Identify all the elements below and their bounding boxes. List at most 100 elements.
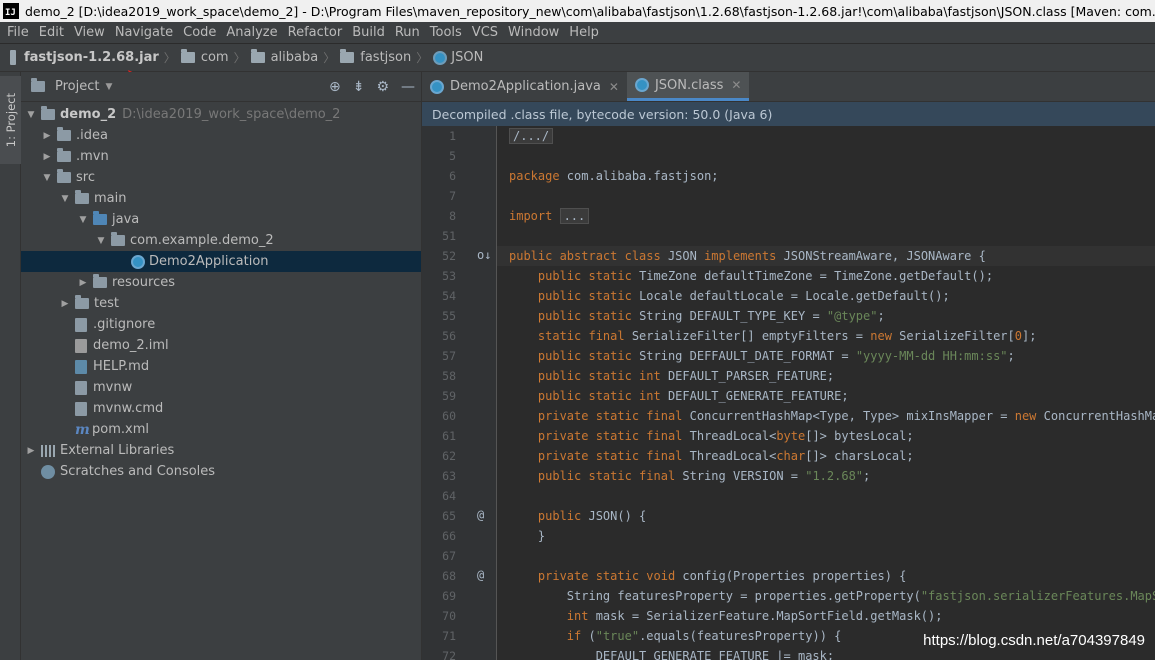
breadcrumb-com[interactable]: com: [180, 49, 229, 65]
markdown-file-icon: [75, 359, 87, 374]
tree-item-main[interactable]: ▼ main: [21, 188, 421, 209]
tree-item-java[interactable]: ▼ java: [21, 209, 421, 230]
tree-item-src[interactable]: ▼ src: [21, 167, 421, 188]
expand-arrow-icon[interactable]: ▼: [41, 173, 53, 183]
tree-item-scratches[interactable]: Scratches and Consoles: [21, 461, 421, 482]
project-view-selector[interactable]: Project: [55, 79, 99, 94]
tree-item-mvn[interactable]: ▶ .mvn: [21, 146, 421, 167]
tree-item-root[interactable]: ▼ demo_2 D:\idea2019_work_space\demo_2: [21, 104, 421, 125]
override-marker-icon[interactable]: @: [477, 568, 484, 582]
collapse-arrow-icon[interactable]: ▶: [25, 446, 37, 456]
tree-item-mvnw[interactable]: mvnw: [21, 377, 421, 398]
collapse-arrow-icon[interactable]: ▶: [77, 278, 89, 288]
menu-edit[interactable]: Edit: [34, 25, 69, 40]
breadcrumb-fastjson[interactable]: fastjson: [340, 49, 411, 65]
tree-item-label: Scratches and Consoles: [60, 464, 216, 479]
menu-help[interactable]: Help: [564, 25, 604, 40]
implements-marker-icon[interactable]: o↓: [477, 248, 491, 262]
menu-navigate[interactable]: Navigate: [110, 25, 178, 40]
collapse-arrow-icon[interactable]: ▶: [59, 299, 71, 309]
folded-code-region[interactable]: ...: [559, 208, 590, 224]
tree-item-iml[interactable]: demo_2.iml: [21, 335, 421, 356]
menu-window[interactable]: Window: [503, 25, 564, 40]
tree-item-mvnw-cmd[interactable]: mvnw.cmd: [21, 398, 421, 419]
tree-item-idea[interactable]: ▶ .idea: [21, 125, 421, 146]
folder-icon: [57, 127, 71, 141]
tree-item-help[interactable]: HELP.md: [21, 356, 421, 377]
tab-json-class[interactable]: JSON.class ✕: [626, 72, 750, 101]
gear-icon[interactable]: ⚙: [376, 79, 389, 95]
menu-code[interactable]: Code: [178, 25, 221, 40]
menu-analyze[interactable]: Analyze: [221, 25, 282, 40]
menu-view[interactable]: View: [69, 25, 110, 40]
tree-item-external-libraries[interactable]: ▶ External Libraries: [21, 440, 421, 461]
code-token: new: [1014, 409, 1044, 423]
tree-item-test[interactable]: ▶ test: [21, 293, 421, 314]
script-file-icon: [75, 380, 87, 395]
locate-target-icon[interactable]: ⊕: [329, 79, 341, 95]
tree-item-demo2application[interactable]: Demo2Application: [21, 251, 421, 272]
code-editor[interactable]: /.../ package com.alibaba.fastjson; impo…: [497, 126, 1155, 660]
tree-item-package[interactable]: ▼ com.example.demo_2: [21, 230, 421, 251]
breadcrumb-jar[interactable]: fastjson-1.2.68.jar: [10, 50, 159, 65]
menu-tools[interactable]: Tools: [425, 25, 467, 40]
collapse-arrow-icon[interactable]: ▶: [41, 152, 53, 162]
menu-file[interactable]: File: [2, 25, 34, 40]
code-token: public static final: [537, 469, 683, 483]
tree-item-label: java: [112, 212, 140, 227]
chevron-down-icon[interactable]: ▼: [105, 82, 112, 92]
tree-item-pom[interactable]: m pom.xml: [21, 419, 421, 440]
breadcrumb-alibaba[interactable]: alibaba: [250, 49, 318, 65]
code-token: "true": [595, 629, 640, 643]
breadcrumb-com-label: com: [200, 50, 229, 65]
tree-item-label: mvnw.cmd: [93, 401, 164, 416]
expand-arrow-icon[interactable]: ▼: [25, 110, 37, 120]
tab-demo2application[interactable]: Demo2Application.java ✕: [422, 72, 627, 101]
code-token: "yyyy-MM-dd HH:mm:ss": [855, 349, 1008, 363]
code-token: ThreadLocal<: [689, 449, 777, 463]
jar-icon: [10, 50, 16, 65]
project-panel-toolbar: ⊕ ⇟ ⚙ —: [329, 72, 415, 102]
collapse-all-icon[interactable]: ⇟: [353, 79, 365, 95]
tree-item-label: test: [94, 296, 119, 311]
code-token: config(Properties properties) {: [682, 569, 907, 583]
menu-refactor[interactable]: Refactor: [283, 25, 348, 40]
tree-item-label: mvnw: [93, 380, 133, 395]
code-token: int: [566, 609, 596, 623]
code-line: import ...: [497, 206, 1155, 226]
code-line: public JSON() {: [497, 506, 1155, 526]
tree-item-gitignore[interactable]: .gitignore: [21, 314, 421, 335]
code-token: "fastjson.serializerFeatures.MapSortFiel…: [920, 589, 1155, 603]
code-token: private static final: [537, 449, 690, 463]
project-tool-tab-label: 1: Project: [3, 92, 18, 148]
code-line: private static final ThreadLocal<char[]>…: [497, 446, 1155, 466]
expand-arrow-icon[interactable]: ▼: [95, 236, 107, 246]
breadcrumb-json-class[interactable]: JSON: [433, 50, 483, 65]
expand-arrow-icon[interactable]: ▼: [59, 194, 71, 204]
code-line: String featuresProperty = properties.get…: [497, 586, 1155, 606]
code-line: int mask = SerializerFeature.MapSortFiel…: [497, 606, 1155, 626]
project-tool-tab[interactable]: 1: Project: [0, 76, 21, 164]
folder-icon: [57, 169, 71, 183]
tab-label: JSON.class: [654, 77, 724, 93]
folded-code-region[interactable]: /.../: [509, 128, 554, 144]
override-marker-icon[interactable]: @: [477, 508, 484, 522]
hide-panel-icon[interactable]: —: [401, 79, 415, 95]
code-token: implements: [704, 249, 784, 263]
cmd-file-icon: [75, 401, 87, 416]
tree-item-resources[interactable]: ▶ resources: [21, 272, 421, 293]
code-line: private static final ThreadLocal<byte[]>…: [497, 426, 1155, 446]
expand-arrow-icon[interactable]: ▼: [77, 215, 89, 225]
menu-build[interactable]: Build: [347, 25, 390, 40]
close-icon[interactable]: ✕: [609, 80, 619, 94]
code-token: ConcurrentHashMap(: [1043, 409, 1155, 423]
collapse-arrow-icon[interactable]: ▶: [41, 131, 53, 141]
menu-vcs[interactable]: VCS: [467, 25, 503, 40]
menu-run[interactable]: Run: [390, 25, 425, 40]
close-icon[interactable]: ✕: [731, 78, 741, 92]
